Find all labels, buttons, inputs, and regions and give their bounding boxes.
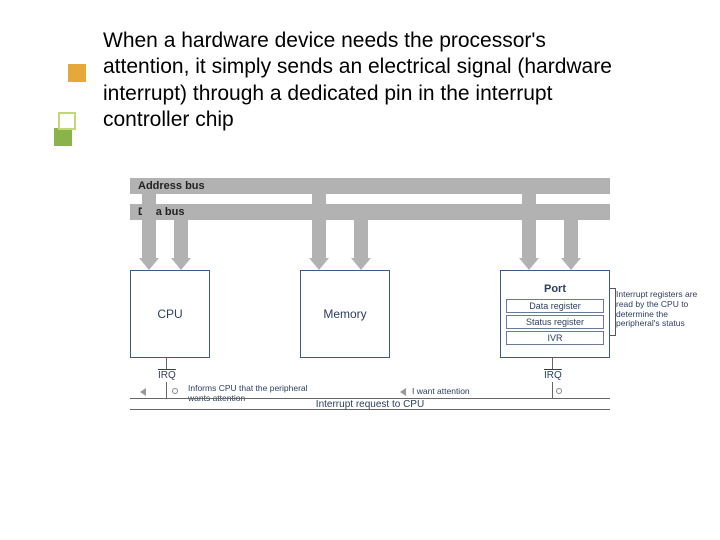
data-register: Data register: [506, 299, 603, 313]
arrow-left-icon: [140, 388, 146, 396]
arrowhead-icon: [171, 258, 191, 270]
cpu-block: CPU: [130, 270, 210, 358]
side-note: Interrupt registers are read by the CPU …: [616, 290, 706, 329]
bus-drop: [142, 194, 156, 260]
memory-label: Memory: [323, 307, 366, 321]
irq-pin: [166, 382, 167, 398]
bullet-orange: [68, 64, 86, 82]
arrowhead-icon: [351, 258, 371, 270]
cpu-label: CPU: [157, 307, 182, 321]
connection-dot-icon: [556, 388, 562, 394]
irq-pin: [166, 358, 167, 370]
memory-block: Memory: [300, 270, 390, 358]
irq-label-port: IRQ: [544, 370, 562, 381]
bus-drop: [564, 220, 578, 260]
arrowhead-icon: [139, 258, 159, 270]
bullet-green: [54, 128, 72, 146]
arrowhead-icon: [519, 258, 539, 270]
arrow-left-icon: [400, 388, 406, 396]
bullet-hollow: [58, 112, 76, 130]
irq-pin: [552, 382, 553, 398]
irq-bus: Interrupt request to CPU: [130, 398, 610, 410]
irq-bus-label: Interrupt request to CPU: [316, 399, 424, 410]
note-want: I want attention: [412, 387, 470, 397]
irq-pin: [552, 358, 553, 370]
slide-title: When a hardware device needs the process…: [103, 28, 623, 133]
port-block: Port Data register Status register IVR: [500, 270, 610, 358]
interrupt-diagram: Address bus Data bus CPU Memory Port Dat…: [100, 170, 660, 450]
arrowhead-icon: [309, 258, 329, 270]
connection-dot-icon: [172, 388, 178, 394]
irq-label-cpu: IRQ: [158, 370, 176, 381]
arrowhead-icon: [561, 258, 581, 270]
port-title: Port: [544, 283, 566, 295]
bus-drop: [354, 220, 368, 260]
address-bus-label: Address bus: [138, 180, 205, 192]
bus-drop: [174, 220, 188, 260]
bus-drop: [522, 194, 536, 260]
status-register: Status register: [506, 315, 603, 329]
data-bus: [130, 204, 610, 220]
bus-drop: [312, 194, 326, 260]
ivr-register: IVR: [506, 331, 603, 345]
